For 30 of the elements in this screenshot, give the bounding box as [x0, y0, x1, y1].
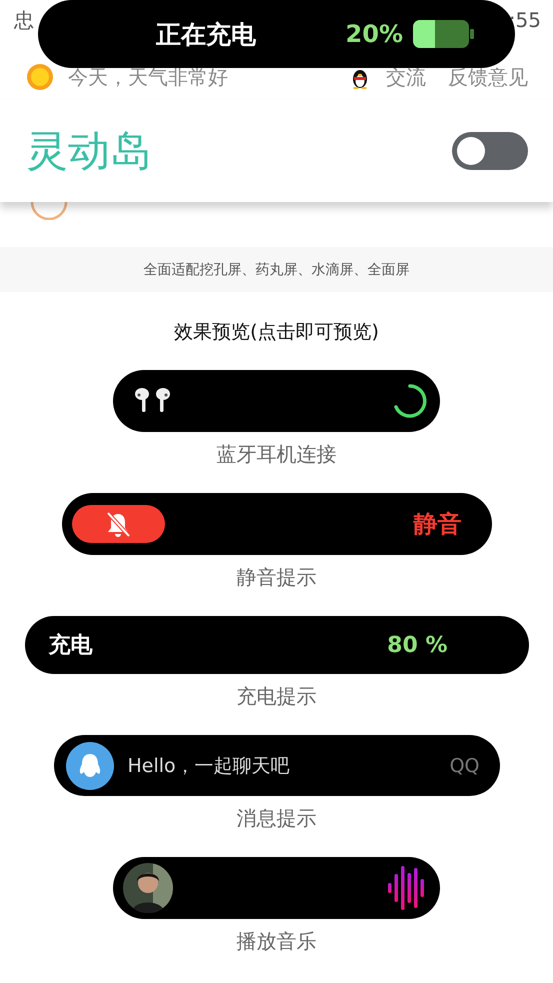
preview-label: 蓝牙耳机连接 — [216, 441, 336, 468]
link[interactable]: 交流 — [386, 64, 426, 90]
weather-text: 今天，天气非常好 — [68, 64, 228, 90]
sound-wave-icon — [388, 865, 426, 911]
app-title: 灵动岛 — [26, 125, 152, 177]
preview-pill[interactable]: 充电 80 % — [24, 616, 528, 674]
preview-pill[interactable]: 静音 — [62, 493, 492, 555]
preview-label: 消息提示 — [236, 805, 316, 832]
app-name: QQ — [450, 754, 480, 776]
island-title: 正在充电 — [156, 18, 256, 50]
toggle-switch[interactable] — [452, 132, 528, 170]
preview-label: 充电提示 — [236, 683, 316, 710]
preview-label: 播放音乐 — [236, 928, 316, 955]
charge-reading: 80 % — [387, 632, 448, 658]
section-title: 效果预览(点击即可预览) — [174, 320, 379, 345]
loading-icon — [392, 383, 428, 419]
charge-text: 充电 — [48, 632, 92, 660]
preview-label: 静音提示 — [236, 564, 316, 591]
message-text: Hello，一起聊天吧 — [128, 754, 290, 778]
notice-text: 全面适配挖孔屏、药丸屏、水滴屏、全面屏 — [144, 260, 410, 278]
status-text: 忠 — [14, 10, 34, 30]
link[interactable]: 反馈意见 — [448, 64, 528, 90]
battery-icon — [413, 18, 475, 50]
bell-slash-icon — [104, 510, 132, 538]
sun-icon — [26, 63, 54, 91]
mute-text: 静音 — [414, 509, 462, 540]
battery-reading: 20% — [346, 20, 403, 48]
penguin-avatar-icon — [66, 742, 114, 790]
preview-pill[interactable]: Hello，一起聊天吧 QQ — [54, 735, 500, 796]
ring-icon — [30, 202, 68, 220]
